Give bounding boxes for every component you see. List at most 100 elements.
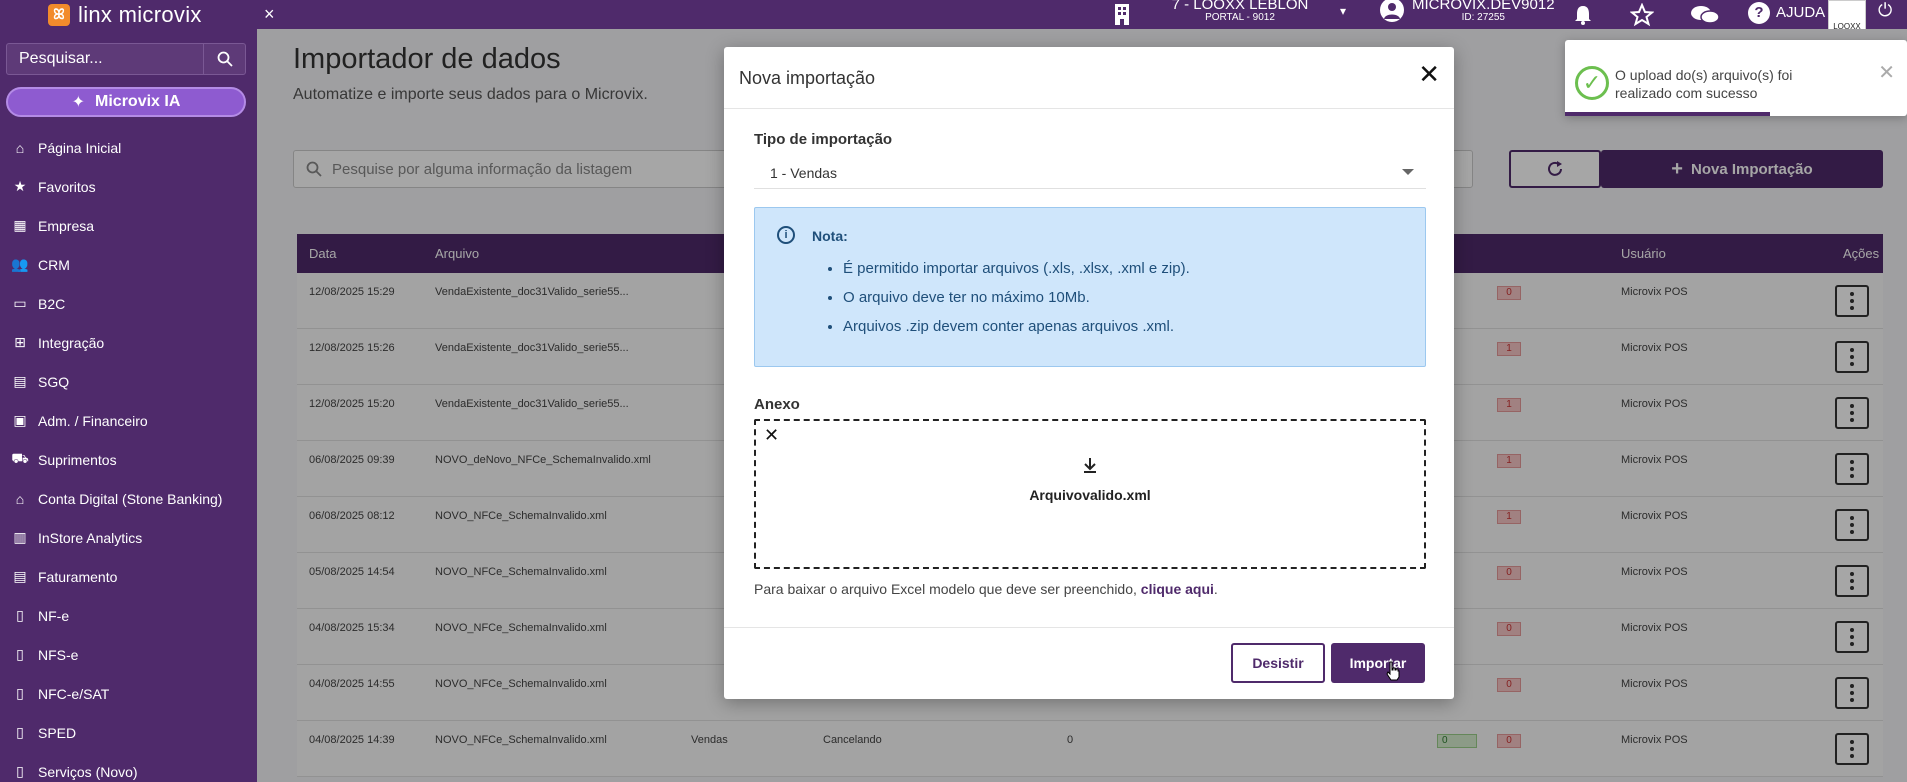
success-toast: ✓ O upload do(s) arquivo(s) foi realizad… (1565, 40, 1907, 116)
invoice-icon: ▤ (13, 568, 27, 584)
star-icon[interactable] (1630, 0, 1654, 29)
dialog-footer: Desistir Importar (724, 627, 1454, 699)
file-dropzone[interactable]: ✕ Arquivovalido.xml (754, 419, 1426, 569)
brand-name: linx microvix (78, 1, 202, 27)
bank-icon: ⌂ (15, 490, 25, 507)
sidebar-item-label: Faturamento (38, 568, 118, 585)
note-item: O arquivo deve ter no máximo 10Mb. (843, 283, 1190, 312)
building-icon[interactable] (1112, 3, 1132, 25)
sidebar-item[interactable]: ▤ Faturamento (0, 557, 257, 596)
sidebar-item-label: NFS-e (38, 646, 79, 663)
search-icon[interactable] (203, 44, 245, 74)
dialog-header: Nova importação ✕ (724, 47, 1454, 109)
note-title: Nota: (812, 228, 848, 244)
top-bar: ꕤ linx microvix × 7 - LOOXX LEBLON PORTA… (0, 0, 1907, 33)
sidebar-item-label: Empresa (38, 217, 95, 234)
file-icon: ▯ (16, 763, 24, 779)
sidebar-item[interactable]: 👥 CRM (0, 245, 257, 284)
sidebar-item[interactable]: ▭ B2C (0, 284, 257, 323)
clipboard-icon: ▤ (13, 373, 27, 389)
home-icon: ⌂ (15, 139, 25, 156)
sidebar-item[interactable]: ⊞ Integração (0, 323, 257, 362)
sidebar-item-label: Serviços (Novo) (38, 763, 138, 780)
sidebar-item-label: NF-e (38, 607, 70, 624)
sidebar-item[interactable]: ▦ Empresa (0, 206, 257, 245)
power-icon[interactable]: ⏻ (1878, 0, 1892, 21)
microvix-ia-label: Microvix IA (95, 93, 181, 110)
star-icon: ★ (13, 178, 27, 194)
toast-close-icon[interactable]: ✕ (1878, 60, 1895, 85)
question-icon: ? (1748, 1, 1770, 24)
help-button[interactable]: ? AJUDA (1748, 0, 1825, 25)
sidebar-item[interactable]: ▣ Adm. / Financeiro (0, 401, 257, 440)
template-download-prefix: Para baixar o arquivo Excel modelo que d… (754, 581, 1141, 597)
template-download-text: Para baixar o arquivo Excel modelo que d… (754, 581, 1218, 597)
file-icon: ▯ (16, 685, 24, 701)
sidebar-item[interactable]: ▯ SPED (0, 713, 257, 752)
truck-icon: ⛟ (11, 450, 29, 466)
sidebar-item[interactable]: ▯ NFS-e (0, 635, 257, 674)
attachment-label: Anexo (754, 396, 800, 413)
help-label: AJUDA (1776, 4, 1826, 21)
caret-down-icon (1402, 169, 1414, 175)
close-icon[interactable]: ✕ (1418, 59, 1440, 90)
chart-icon: ▥ (13, 529, 27, 545)
sidebar-item[interactable]: ⛟ Suprimentos (0, 440, 257, 479)
sidebar-item-label: CRM (38, 256, 70, 273)
sidebar-item-label: Conta Digital (Stone Banking) (38, 490, 223, 507)
file-icon: ▯ (16, 646, 24, 662)
sidebar-item-label: Adm. / Financeiro (38, 412, 148, 429)
attached-file-name: Arquivovalido.xml (1029, 487, 1151, 503)
sidebar-item[interactable]: ▯ NFC-e/SAT (0, 674, 257, 713)
sidebar-item-label: Suprimentos (38, 451, 117, 468)
note-list: É permitido importar arquivos (.xls, .xl… (843, 254, 1190, 341)
microvix-ia-button[interactable]: ✦ Microvix IA (6, 87, 246, 117)
sidebar-item[interactable]: ▯ NF-e (0, 596, 257, 635)
import-type-select[interactable]: 1 - Vendas (754, 157, 1426, 189)
template-download-suffix: . (1213, 581, 1218, 597)
user-id: ID: 27255 (1461, 12, 1505, 23)
sparkles-icon: ✦ (71, 94, 86, 111)
import-button[interactable]: Importar (1331, 643, 1425, 683)
sidebar-item[interactable]: ▯ Serviços (Novo) (0, 752, 257, 782)
check-icon: ✓ (1575, 66, 1609, 100)
sidebar-item[interactable]: ▥ InStore Analytics (0, 518, 257, 557)
sidebar-search-input[interactable]: Pesquisar... (7, 50, 203, 68)
sidebar-search[interactable]: Pesquisar... (6, 43, 246, 75)
sidebar-item-label: Favoritos (38, 178, 96, 195)
chat-icon[interactable] (1690, 0, 1720, 29)
file-icon: ▯ (16, 724, 24, 740)
laptop-icon: ▭ (13, 295, 27, 311)
note-item: É permitido importar arquivos (.xls, .xl… (843, 254, 1190, 283)
toast-message: O upload do(s) arquivo(s) foi realizado … (1615, 67, 1793, 101)
sidebar-item[interactable]: ⌂ Página Inicial (0, 128, 257, 167)
info-icon: i (777, 226, 795, 244)
sidebar-item[interactable]: ▤ SGQ (0, 362, 257, 401)
store-selector[interactable]: 7 - LOOXX LEBLON PORTAL - 9012 (1160, 0, 1320, 23)
sidebar-item-label: InStore Analytics (38, 529, 143, 546)
remove-file-icon[interactable]: ✕ (764, 425, 779, 446)
money-icon: ▣ (13, 412, 27, 428)
file-icon: ▯ (16, 607, 24, 623)
new-import-dialog: Nova importação ✕ Tipo de importação 1 -… (724, 47, 1454, 699)
sidebar-item-label: Página Inicial (38, 139, 122, 156)
download-icon (756, 457, 1424, 478)
sidebar-item[interactable]: ⌂ Conta Digital (Stone Banking) (0, 479, 257, 518)
users-icon: 👥 (11, 256, 29, 272)
close-menu-icon[interactable]: × (264, 4, 275, 25)
toast-progress-bar (1565, 112, 1771, 116)
brand-logo[interactable]: ꕤ linx microvix (48, 0, 202, 29)
store-portal: PORTAL - 9012 (1205, 12, 1275, 23)
sidebar-item[interactable]: ★ Favoritos (0, 167, 257, 206)
cancel-button[interactable]: Desistir (1231, 643, 1325, 683)
hand-cursor-icon (1386, 661, 1400, 681)
sidebar-item-label: SPED (38, 724, 77, 741)
template-download-link[interactable]: clique aqui (1141, 581, 1214, 597)
sidebar-nav: ⌂ Página Inicial ★ Favoritos ▦ Empresa 👥 CRM ▭ B2… (0, 128, 257, 782)
chevron-down-icon[interactable]: ▾ (1340, 4, 1346, 18)
info-note: i Nota: É permitido importar arquivos (.… (754, 207, 1426, 367)
user-menu[interactable]: MICROVIX.DEV9012 ID: 27255 (1380, 0, 1555, 23)
sidebar-item-label: NFC-e/SAT (38, 685, 110, 702)
sidebar-item-label: B2C (38, 295, 66, 312)
bell-icon[interactable] (1572, 0, 1594, 29)
